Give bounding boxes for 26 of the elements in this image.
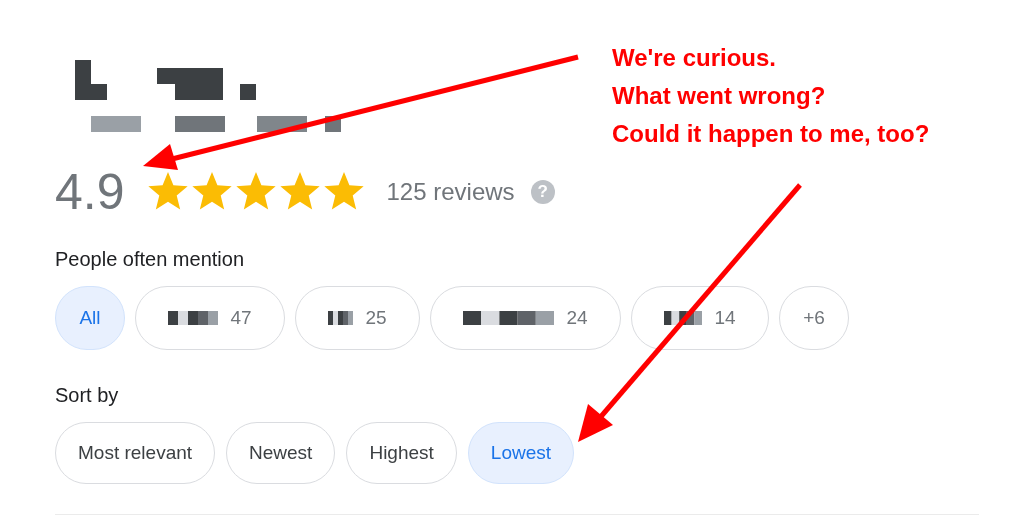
redacted-label-icon xyxy=(664,311,703,325)
redacted-label-icon xyxy=(328,311,354,325)
star-icon xyxy=(322,172,365,212)
redacted-label-icon xyxy=(168,311,219,325)
annotation-text: Could it happen to me, too? xyxy=(612,119,930,149)
sort-chip[interactable]: Newest xyxy=(226,422,336,484)
star-icon xyxy=(146,172,189,212)
filter-chip[interactable]: All xyxy=(55,286,125,350)
filter-chip[interactable]: +6 xyxy=(779,286,849,350)
rating-score: 4.9 xyxy=(55,167,125,217)
annotation-text: What went wrong? xyxy=(612,81,827,111)
section-heading: Sort by xyxy=(55,383,120,408)
sort-chip[interactable]: Lowest xyxy=(467,422,575,484)
filter-chip[interactable]: 47 xyxy=(135,286,285,350)
sort-chip[interactable]: Highest xyxy=(346,422,457,484)
star-icon xyxy=(190,172,233,212)
filter-chip[interactable]: 24 xyxy=(430,286,621,350)
filter-chip[interactable]: 25 xyxy=(295,286,420,350)
review-count[interactable]: 125 reviews xyxy=(386,174,515,210)
section-heading: People often mention xyxy=(55,247,246,272)
redacted-label-icon xyxy=(463,311,555,325)
star-icon xyxy=(278,172,321,212)
annotation-text: We're curious. xyxy=(612,43,777,73)
sort-chip[interactable]: Most relevant xyxy=(55,422,216,484)
filter-chip[interactable]: 14 xyxy=(631,286,769,350)
star-icon xyxy=(234,172,277,212)
